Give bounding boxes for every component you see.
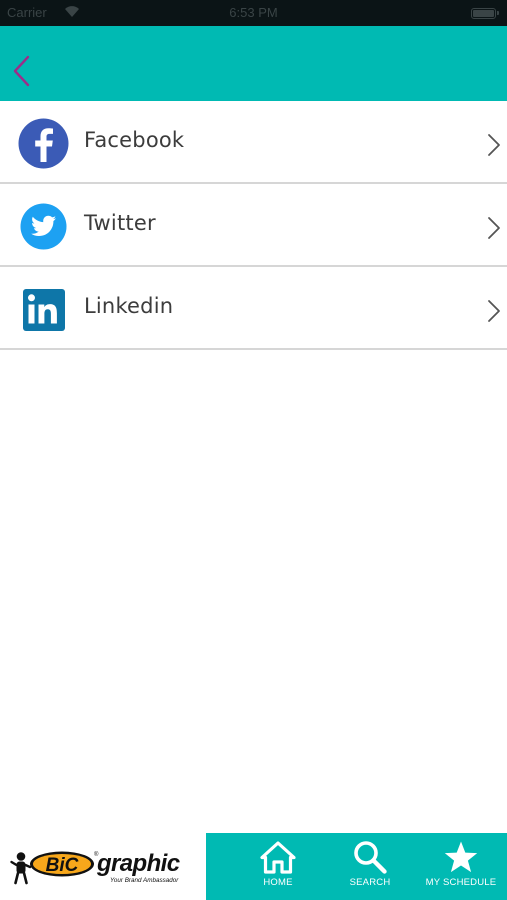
tab-search[interactable]: SEARCH: [322, 833, 418, 900]
chevron-right-icon: [488, 217, 500, 239]
bic-graphic-logo: BiC ® graphic Your Brand Ambassador: [10, 850, 180, 885]
tab-my-schedule[interactable]: MY SCHEDULE: [413, 833, 507, 900]
list-item-linkedin[interactable]: Linkedin: [0, 267, 507, 350]
social-links-list: Facebook Twitter Linkedin: [0, 101, 507, 350]
svg-text:graphic: graphic: [96, 850, 180, 877]
screen: Carrier 6:53 PM Facebook Twitter Linkedi…: [0, 0, 507, 900]
chevron-right-icon: [488, 300, 500, 322]
chevron-left-icon: [13, 55, 30, 87]
status-bar: Carrier 6:53 PM: [0, 0, 507, 26]
tab-search-label: SEARCH: [349, 877, 391, 888]
tab-home[interactable]: HOME: [230, 833, 326, 900]
twitter-icon: [20, 203, 67, 250]
twitter-label: Twitter: [84, 211, 156, 235]
home-icon: [260, 841, 296, 874]
tab-bar: HOME SEARCH MY SCHEDULE: [206, 833, 507, 900]
brand-area: BiC ® graphic Your Brand Ambassador: [0, 833, 206, 900]
star-icon: [444, 841, 478, 873]
linkedin-icon: [23, 289, 65, 331]
facebook-icon: [18, 118, 69, 169]
battery-icon: [471, 8, 499, 19]
linkedin-label: Linkedin: [84, 294, 174, 318]
clock: 6:53 PM: [229, 5, 278, 20]
list-item-facebook[interactable]: Facebook: [0, 101, 507, 184]
svg-text:BiC: BiC: [46, 855, 79, 876]
search-icon: [354, 841, 387, 874]
bottom-bar: BiC ® graphic Your Brand Ambassador HOME: [0, 833, 507, 900]
navigation-bar: [0, 26, 507, 101]
list-item-twitter[interactable]: Twitter: [0, 184, 507, 267]
tab-home-label: HOME: [263, 877, 293, 888]
facebook-label: Facebook: [84, 128, 185, 152]
svg-text:Your Brand Ambassador: Your Brand Ambassador: [110, 877, 179, 884]
back-button[interactable]: [10, 54, 36, 88]
tab-my-schedule-label: MY SCHEDULE: [425, 877, 497, 888]
chevron-right-icon: [488, 134, 500, 156]
